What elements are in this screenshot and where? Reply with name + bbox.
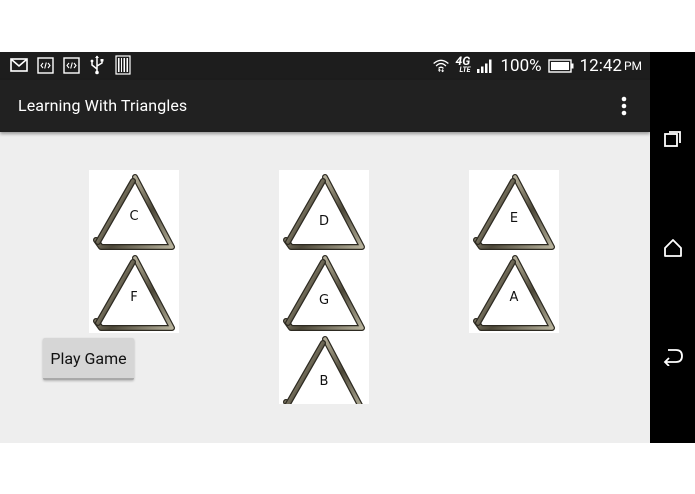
triangle-button-a[interactable]: A xyxy=(469,253,559,333)
play-game-button[interactable]: Play Game xyxy=(43,338,134,380)
back-button[interactable] xyxy=(660,343,686,369)
home-icon xyxy=(664,239,682,257)
action-bar: Learning With Triangles xyxy=(0,80,650,132)
content-area: C F D G B E A Play Game xyxy=(0,132,650,443)
more-vertical-icon xyxy=(621,96,627,116)
triangle-column-2: D G B xyxy=(279,170,369,404)
overflow-menu-button[interactable] xyxy=(612,93,636,119)
triangle-button-g[interactable]: G xyxy=(279,253,369,333)
phone-screen: 4G LTE 100% 12:42 PM Learning With Trian… xyxy=(0,52,695,443)
triangle-label-b: B xyxy=(319,374,329,389)
triangle-column-3: E A xyxy=(469,170,559,333)
triangle-label-c: C xyxy=(129,209,139,224)
navigation-bar xyxy=(650,52,695,443)
triangle-icon xyxy=(279,172,369,252)
clock-time: 12:42 xyxy=(579,56,622,76)
signal-icon xyxy=(476,57,494,75)
triangle-label-d: D xyxy=(318,214,329,229)
app-title: Learning With Triangles xyxy=(18,96,188,115)
home-button[interactable] xyxy=(660,235,686,261)
code-icon xyxy=(36,56,54,74)
battery-percent: 100% xyxy=(500,56,542,76)
wifi-icon xyxy=(432,57,450,75)
system-status: 4G LTE 100% 12:42 PM xyxy=(432,54,642,78)
triangle-button-b[interactable]: B xyxy=(279,334,369,404)
network-type-sub: LTE xyxy=(459,66,471,74)
network-type-main: 4G xyxy=(455,54,471,68)
triangle-label-g: G xyxy=(318,293,330,308)
barcode-icon xyxy=(114,55,132,75)
triangle-label-f: F xyxy=(130,290,138,305)
triangle-label-e: E xyxy=(509,211,519,226)
triangle-column-1: C F xyxy=(89,170,179,333)
gmail-icon xyxy=(10,56,28,74)
triangle-button-f[interactable]: F xyxy=(89,253,179,333)
usb-icon xyxy=(88,55,106,75)
battery-icon xyxy=(547,57,574,75)
network-type: 4G LTE xyxy=(455,54,471,75)
triangle-button-d[interactable]: D xyxy=(279,172,369,252)
triangle-icon xyxy=(279,334,369,404)
triangle-button-c[interactable]: C xyxy=(89,172,179,252)
status-bar: 4G LTE 100% 12:42 PM xyxy=(0,52,650,80)
recent-apps-icon xyxy=(664,131,681,147)
triangle-button-e[interactable]: E xyxy=(469,172,559,252)
recent-apps-button[interactable] xyxy=(660,126,686,152)
notification-icons xyxy=(10,55,132,75)
code-icon xyxy=(62,56,80,74)
clock-ampm: PM xyxy=(623,59,642,73)
triangle-label-a: A xyxy=(509,290,519,305)
back-icon xyxy=(663,349,683,366)
